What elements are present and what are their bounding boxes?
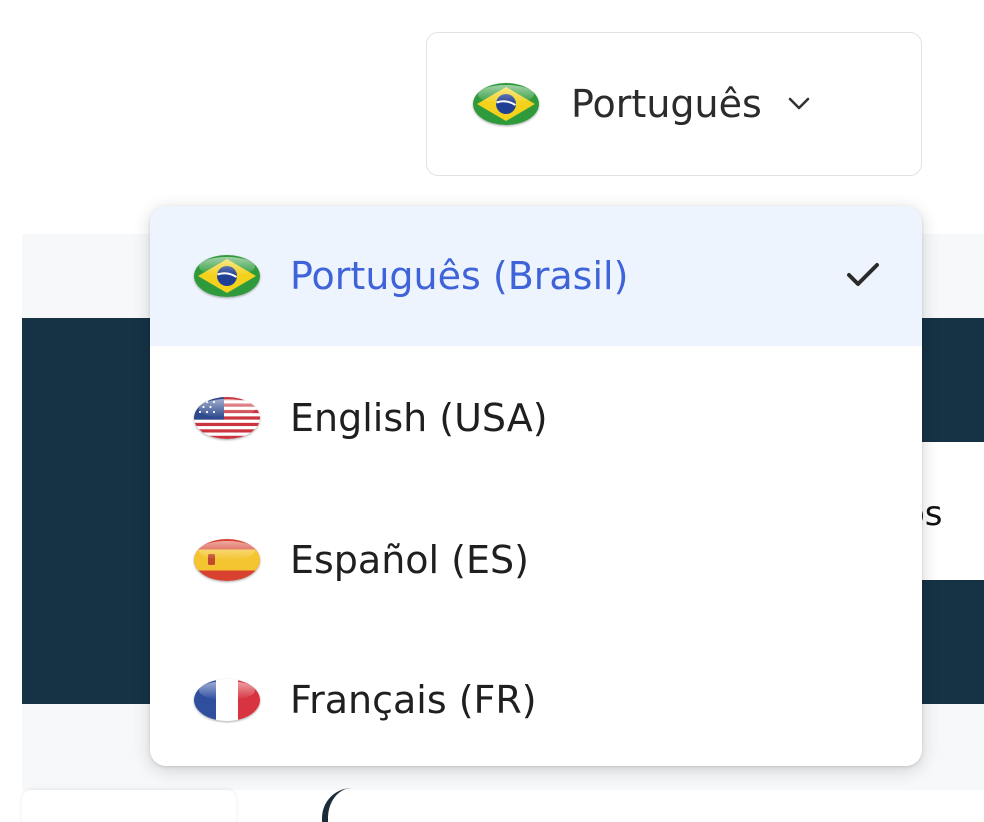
language-option-label: Português (Brasil) xyxy=(290,254,629,298)
language-option-label: Español (ES) xyxy=(290,538,529,582)
checkmark-icon xyxy=(846,262,880,288)
chevron-down-icon xyxy=(788,97,810,111)
language-option-english-usa[interactable]: English (USA) xyxy=(150,348,922,488)
brazil-flag-icon xyxy=(194,255,260,297)
language-selector-label: Português xyxy=(571,82,762,126)
france-flag-icon xyxy=(194,679,260,721)
usa-flag-icon xyxy=(194,397,260,439)
background-tab xyxy=(22,790,236,822)
language-option-portugues-brasil[interactable]: Português (Brasil) xyxy=(150,206,922,346)
language-selector-button[interactable]: Português xyxy=(426,32,922,176)
brazil-flag-icon xyxy=(473,83,539,125)
language-menu: Português (Brasil) English (USA) Español… xyxy=(150,206,922,766)
language-option-label: Français (FR) xyxy=(290,678,537,722)
page: os Português Português (Brasil) English … xyxy=(0,0,984,822)
language-option-label: English (USA) xyxy=(290,396,548,440)
language-option-espanol-es[interactable]: Español (ES) xyxy=(150,490,922,630)
language-option-francais-fr[interactable]: Français (FR) xyxy=(150,630,922,766)
background-glyph xyxy=(322,788,358,822)
spain-flag-icon xyxy=(194,539,260,581)
